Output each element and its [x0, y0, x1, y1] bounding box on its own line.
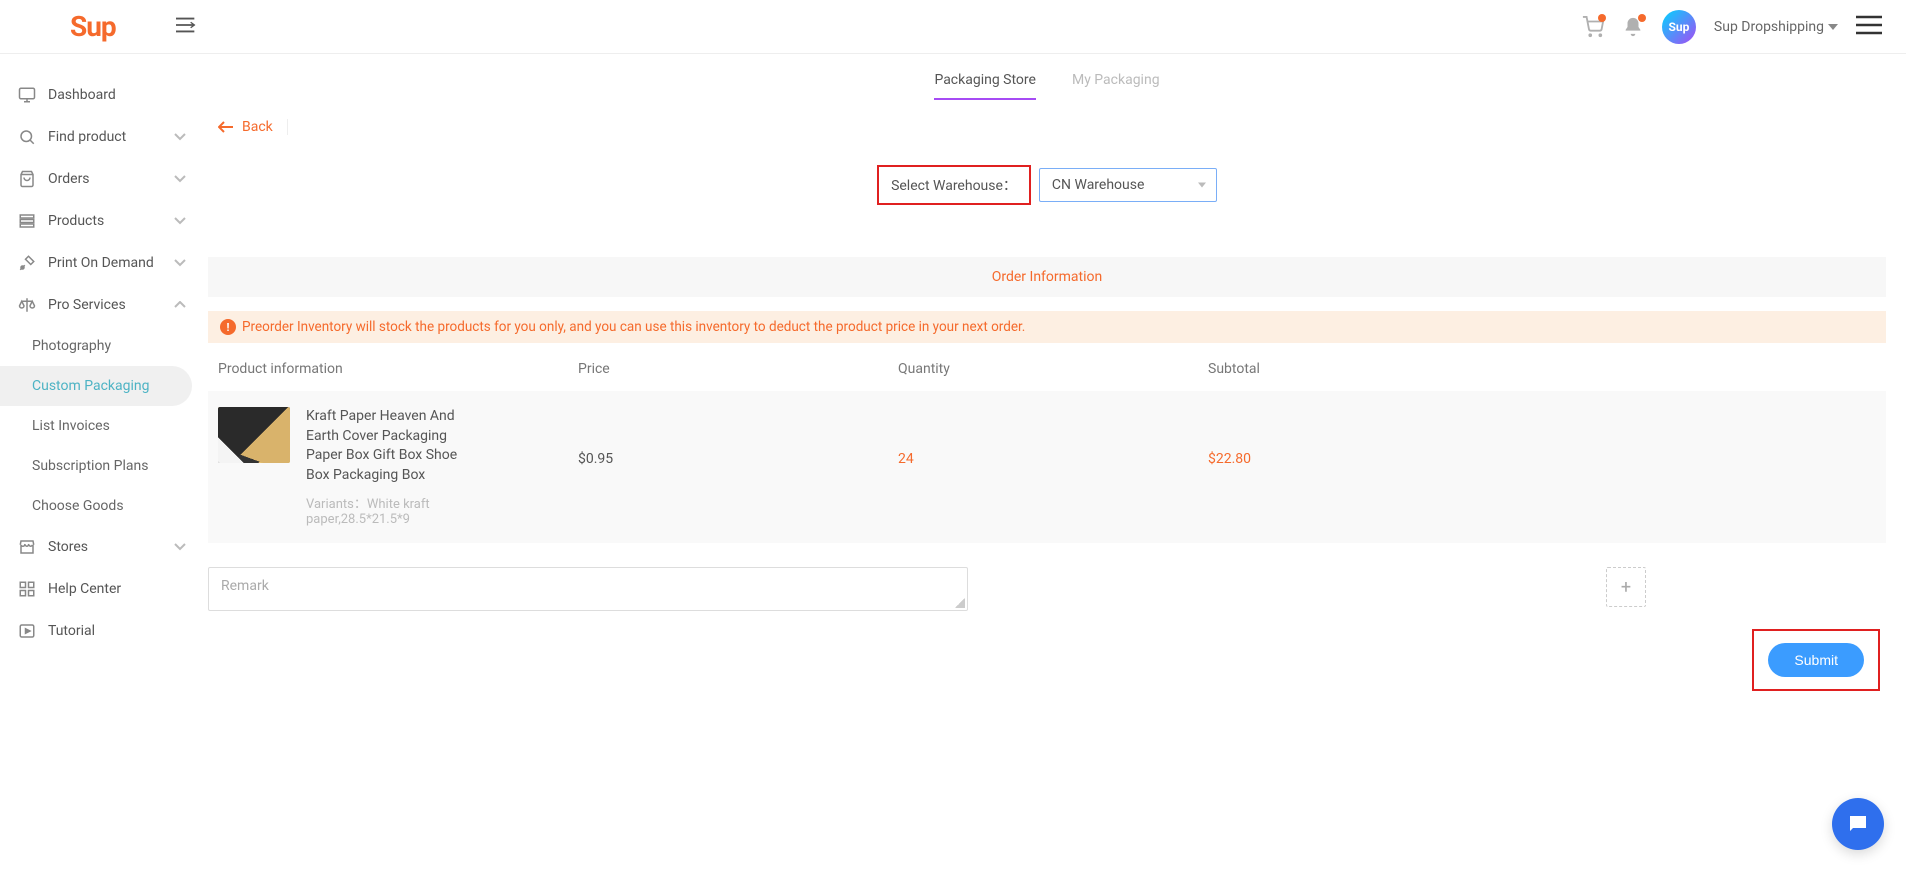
remark-input[interactable]: Remark — [208, 567, 968, 611]
quantity-cell: 24 — [898, 407, 1208, 467]
chevron-down-icon — [174, 129, 186, 145]
cart-badge-dot — [1598, 14, 1606, 22]
user-menu[interactable]: Sup Dropshipping — [1714, 19, 1838, 35]
table-row: Kraft Paper Heaven And Earth Cover Packa… — [208, 391, 1886, 543]
store-icon — [18, 538, 36, 556]
sidebar-item-print-on-demand[interactable]: Print On Demand — [0, 242, 198, 284]
user-label-text: Sup Dropshipping — [1714, 19, 1824, 35]
preorder-banner-text: Preorder Inventory will stock the produc… — [242, 319, 1025, 335]
warehouse-select[interactable]: CN Warehouse — [1039, 168, 1217, 202]
col-header-quantity: Quantity — [898, 361, 1208, 377]
topbar-right: Sup Sup Dropshipping — [1582, 10, 1882, 44]
chevron-up-icon — [174, 297, 186, 313]
sidebar-label: Help Center — [48, 581, 121, 597]
alert-icon: ! — [220, 319, 236, 335]
sidebar-sub-custom-packaging[interactable]: Custom Packaging — [0, 366, 192, 406]
play-icon — [18, 622, 36, 640]
preorder-banner: ! Preorder Inventory will stock the prod… — [208, 311, 1886, 343]
chevron-down-icon — [174, 539, 186, 555]
back-label: Back — [242, 119, 273, 135]
sidebar-sub-subscription-plans[interactable]: Subscription Plans — [0, 446, 198, 486]
tab-my-packaging[interactable]: My Packaging — [1072, 72, 1160, 100]
menu-icon[interactable] — [1856, 15, 1882, 39]
sidebar-label: Pro Services — [48, 297, 126, 313]
col-header-product: Product information — [218, 361, 578, 377]
search-icon — [18, 128, 36, 146]
monitor-icon — [18, 86, 36, 104]
tabs: Packaging Store My Packaging — [208, 72, 1886, 101]
cart-icon[interactable] — [1582, 16, 1604, 38]
sidebar-item-dashboard[interactable]: Dashboard — [0, 74, 198, 116]
subtotal-cell: $22.80 — [1208, 407, 1876, 467]
bag-icon — [18, 170, 36, 188]
sidebar-sub-list-invoices[interactable]: List Invoices — [0, 406, 198, 446]
sidebar-sub-photography[interactable]: Photography — [0, 326, 198, 366]
product-variant: Variants：White kraft paper,28.5*21.5*9 — [306, 493, 474, 527]
sidebar-sub-choose-goods[interactable]: Choose Goods — [0, 486, 198, 526]
sidebar-item-tutorial[interactable]: Tutorial — [0, 610, 198, 652]
caret-down-icon — [1828, 24, 1838, 30]
back-link[interactable]: Back — [218, 119, 288, 135]
avatar[interactable]: Sup — [1662, 10, 1696, 44]
col-header-subtotal: Subtotal — [1208, 361, 1876, 377]
order-information-heading: Order Information — [208, 257, 1886, 297]
sidebar-item-orders[interactable]: Orders — [0, 158, 198, 200]
sidebar-item-help-center[interactable]: Help Center — [0, 568, 198, 610]
sidebar-item-find-product[interactable]: Find product — [0, 116, 198, 158]
add-item-button[interactable]: + — [1606, 567, 1646, 607]
chat-button[interactable] — [1832, 798, 1884, 850]
plus-icon: + — [1621, 577, 1631, 598]
bottom-row: Remark + — [208, 567, 1886, 611]
sidebar-label: Dashboard — [48, 87, 116, 103]
sidebar-toggle-icon[interactable] — [176, 16, 198, 38]
layers-icon — [18, 212, 36, 230]
variant-label: Variants： — [306, 497, 367, 512]
sidebar-item-pro-services[interactable]: Pro Services — [0, 284, 198, 326]
chevron-down-icon — [174, 255, 186, 271]
sidebar-item-products[interactable]: Products — [0, 200, 198, 242]
warehouse-row: Select Warehouse： CN Warehouse — [208, 165, 1886, 205]
scale-icon — [18, 296, 36, 314]
submit-row: Submit — [208, 629, 1886, 691]
chevron-down-icon — [174, 213, 186, 229]
submit-highlight-box: Submit — [1752, 629, 1880, 691]
bell-icon[interactable] — [1622, 16, 1644, 38]
price-cell: $0.95 — [578, 407, 898, 467]
col-header-price: Price — [578, 361, 898, 377]
product-cell: Kraft Paper Heaven And Earth Cover Packa… — [218, 407, 578, 527]
sidebar-label: Orders — [48, 171, 90, 187]
logo: Sup — [70, 10, 116, 43]
product-image — [218, 407, 290, 463]
select-warehouse-label: Select Warehouse： — [877, 165, 1031, 205]
grid-icon — [18, 580, 36, 598]
chevron-down-icon — [174, 171, 186, 187]
table-header: Product information Price Quantity Subto… — [208, 343, 1886, 391]
product-title: Kraft Paper Heaven And Earth Cover Packa… — [306, 407, 474, 485]
bell-badge-dot — [1638, 14, 1646, 22]
tab-packaging-store[interactable]: Packaging Store — [934, 72, 1036, 100]
chat-icon — [1846, 812, 1870, 836]
sidebar-label: Find product — [48, 129, 126, 145]
sidebar: Dashboard Find product Orders Products P… — [0, 54, 198, 731]
sidebar-item-stores[interactable]: Stores — [0, 526, 198, 568]
topbar: Sup Sup Sup Dropshipping — [0, 0, 1906, 54]
sidebar-label: Tutorial — [48, 623, 95, 639]
tools-icon — [18, 254, 36, 272]
sidebar-label: Stores — [48, 539, 88, 555]
arrow-left-icon — [218, 121, 234, 133]
back-row: Back — [208, 101, 1886, 137]
submit-button[interactable]: Submit — [1768, 643, 1864, 677]
sidebar-label: Print On Demand — [48, 255, 154, 271]
main-content: Packaging Store My Packaging Back Select… — [198, 54, 1906, 731]
sidebar-label: Products — [48, 213, 104, 229]
